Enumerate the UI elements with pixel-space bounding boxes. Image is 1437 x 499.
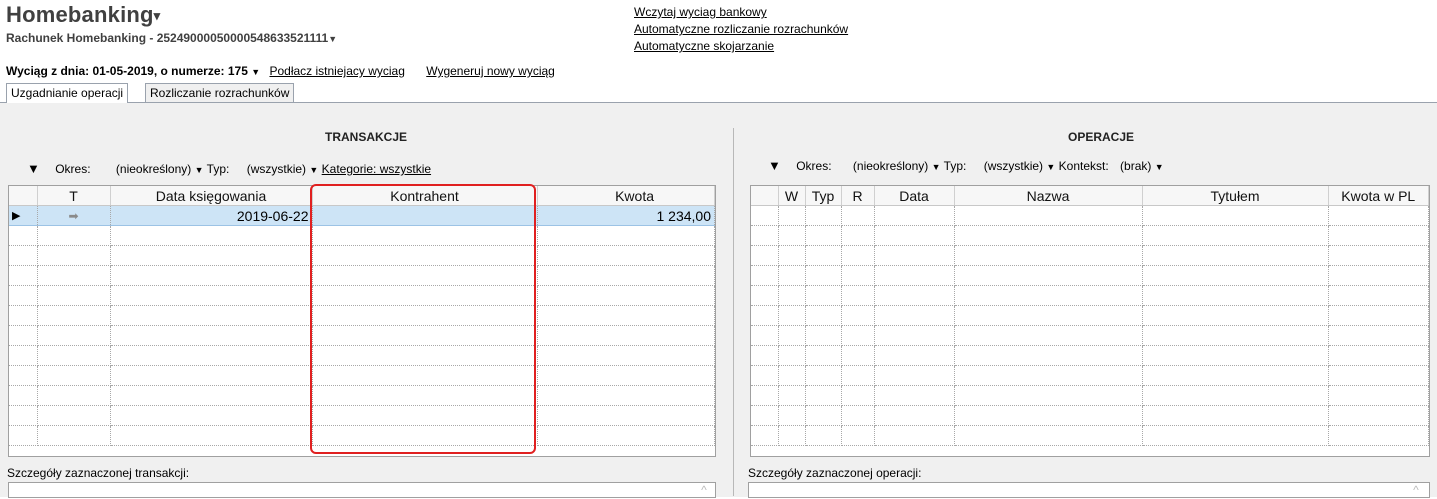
scroll-up-icon[interactable]: ^ [1408,483,1424,499]
tab-rozliczanie-rozrachunkow[interactable]: Rozliczanie rozrachunków [145,83,295,102]
column-header-type[interactable]: T [37,186,111,206]
column-header-title[interactable]: Tytułem [1142,186,1329,206]
column-header-name[interactable]: Nazwa [954,186,1143,206]
table-row [9,365,715,386]
table-row[interactable]: ▶ ➡ 2019-06-22 1 234,00 [9,205,715,226]
table-row [751,345,1429,366]
table-row [9,285,715,306]
booking-date-cell: 2019-06-22 [110,205,313,226]
type-label: Typ: [206,162,230,176]
splitter[interactable] [733,128,734,496]
expand-icon[interactable]: ▼ [27,161,40,176]
auto-settle-link[interactable]: Automatyczne rozliczanie rozrachunków [634,21,848,38]
chevron-down-icon[interactable]: ▼ [932,162,941,172]
attach-existing-statement-link[interactable]: Podłacz istniejacy wyciag [269,64,404,78]
category-filter-link[interactable]: Kategorie: wszystkie [322,162,431,176]
table-row [9,225,715,246]
table-row [9,265,715,286]
table-row [751,425,1429,446]
table-row [9,245,715,266]
table-row [9,325,715,346]
counterparty-cell [312,205,538,226]
chevron-down-icon[interactable]: ▼ [251,67,260,77]
column-header-selector [751,186,779,206]
app-title[interactable]: Homebanking▾ [6,2,160,28]
action-links: Wczytaj wyciag bankowy Automatyczne rozl… [634,4,848,55]
type-value[interactable]: (wszystkie) [247,162,306,176]
period-value[interactable]: (nieokreślony) [853,159,928,173]
transactions-grid[interactable]: T Data księgowania Kontrahent Kwota ▶ ➡ … [8,185,716,457]
import-statement-link[interactable]: Wczytaj wyciag bankowy [634,4,848,21]
chevron-down-icon[interactable]: ▼ [328,34,337,44]
scroll-up-icon[interactable]: ^ [696,483,712,499]
table-row [9,405,715,426]
context-value[interactable]: (brak) [1120,159,1151,173]
expand-icon[interactable]: ▼ [768,158,781,173]
chevron-down-icon[interactable]: ▼ [309,165,318,175]
tab-uzgadnianie-operacji[interactable]: Uzgadnianie operacji [6,83,129,103]
statement-bar: Wyciąg z dnia: 01-05-2019, o numerze: 17… [6,64,555,78]
type-value[interactable]: (wszystkie) [984,159,1043,173]
account-label: Rachunek Homebanking - 25249000050000548… [6,31,329,45]
table-row [751,385,1429,406]
transactions-filter-bar: ▼ Okres: (nieokreślony) ▼ Typ: (wszystki… [27,161,431,176]
arrow-right-icon: ➡ [37,205,111,226]
column-header-booking-date[interactable]: Data księgowania [110,186,313,206]
transaction-details-label: Szczegóły zaznaczonej transakcji: [7,466,190,480]
table-row [751,205,1429,226]
table-row [9,425,715,446]
chevron-down-icon[interactable]: ▼ [195,165,204,175]
period-label: Okres: [796,159,832,173]
column-header-w[interactable]: W [778,186,806,206]
period-value[interactable]: (nieokreślony) [116,162,191,176]
amount-cell: 1 234,00 [537,205,715,226]
type-label: Typ: [943,159,967,173]
column-header-typ[interactable]: Typ [805,186,842,206]
chevron-down-icon[interactable]: ▼ [1155,162,1164,172]
operations-title: OPERACJE [1068,130,1135,144]
statement-label: Wyciąg z dnia: 01-05-2019, o numerze: 17… [6,64,248,78]
generate-new-statement-link[interactable]: Wygeneruj nowy wyciąg [426,64,555,78]
table-row [751,405,1429,426]
column-header-date[interactable]: Data [874,186,955,206]
table-row [751,365,1429,386]
column-header-counterparty[interactable]: Kontrahent [312,186,538,206]
table-row [751,225,1429,246]
account-selector[interactable]: Rachunek Homebanking - 25249000050000548… [6,31,337,45]
table-row [751,305,1429,326]
column-header-amount[interactable]: Kwota [537,186,715,206]
row-pointer-icon: ▶ [9,205,38,226]
table-row [9,345,715,366]
context-label: Kontekst: [1058,159,1109,173]
operations-filter-bar: ▼ Okres: (nieokreślony) ▼ Typ: (wszystki… [768,158,1164,173]
operation-details-label: Szczegóły zaznaczonej operacji: [748,466,922,480]
table-row [751,285,1429,306]
table-row [9,385,715,406]
table-row [751,265,1429,286]
chevron-down-icon[interactable]: ▾ [154,8,161,23]
table-row [751,245,1429,266]
column-header-r[interactable]: R [841,186,875,206]
chevron-down-icon[interactable]: ▼ [1046,162,1055,172]
column-header-amount-pln[interactable]: Kwota w PL [1328,186,1429,206]
operations-grid[interactable]: W Typ R Data Nazwa Tytułem Kwota w PL [750,185,1430,457]
auto-match-link[interactable]: Automatyczne skojarzanie [634,38,848,55]
period-label: Okres: [55,162,91,176]
app-title-text: Homebanking [6,2,154,27]
table-row [751,325,1429,346]
column-header-selector [9,186,38,206]
transactions-title: TRANSAKCJE [325,130,408,144]
table-row [9,305,715,326]
